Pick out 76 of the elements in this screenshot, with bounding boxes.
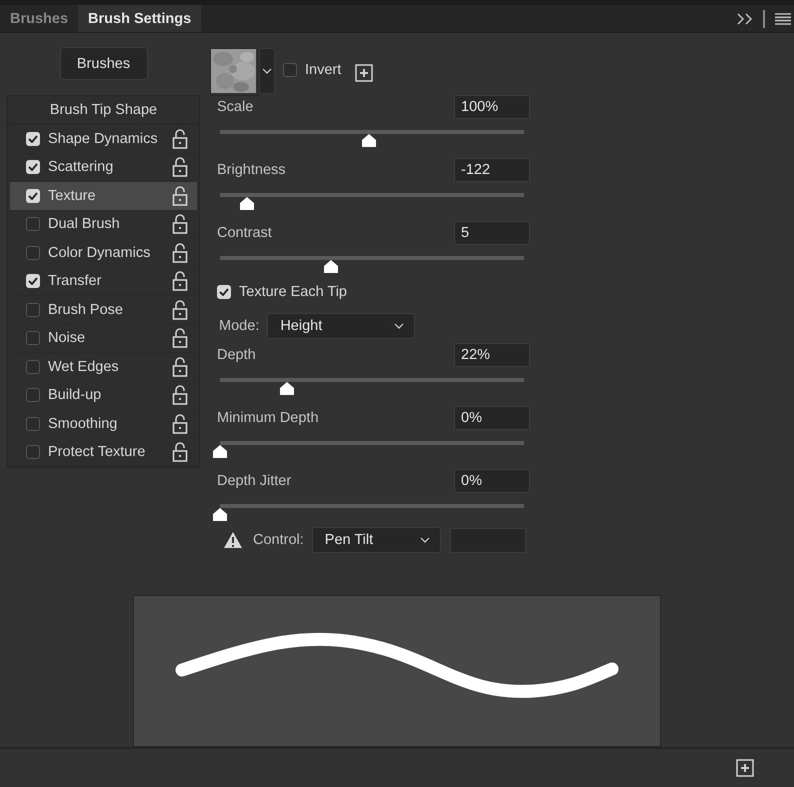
mode-dropdown[interactable]: Height <box>267 313 416 339</box>
option-label: Smoothing <box>48 416 118 432</box>
option-label: Noise <box>48 330 86 346</box>
checkbox-label: Invert <box>305 62 342 78</box>
slider-label: Scale <box>217 99 254 115</box>
value-field[interactable]: 22% <box>454 343 530 367</box>
unlocked-icon[interactable] <box>172 414 188 434</box>
option-row[interactable]: Brush Pose <box>10 296 197 324</box>
option-row[interactable]: Noise <box>10 324 197 353</box>
panel-tab[interactable]: Brushes <box>0 5 78 32</box>
checkbox[interactable] <box>26 388 40 402</box>
option-label: Brush Pose <box>48 302 124 318</box>
checkbox[interactable] <box>26 360 40 374</box>
unlocked-icon[interactable] <box>172 442 188 462</box>
value-field[interactable]: 0% <box>454 406 530 430</box>
menu-icon[interactable] <box>775 12 791 24</box>
checkbox[interactable] <box>26 416 40 431</box>
unlocked-icon[interactable] <box>172 300 188 320</box>
add-icon[interactable] <box>355 64 374 82</box>
option-row[interactable]: Smoothing <box>10 410 197 438</box>
chevron-icon <box>262 68 272 74</box>
value-field[interactable]: 5 <box>454 221 530 245</box>
option-row[interactable]: Build-up <box>10 382 197 410</box>
control-label: Control: <box>253 532 304 548</box>
option-label: Transfer <box>48 273 102 290</box>
slider-thumb[interactable] <box>212 445 228 458</box>
slider-thumb[interactable] <box>212 508 228 521</box>
mode-label: Mode: <box>219 318 260 334</box>
option-row[interactable]: Color Dynamics <box>10 239 197 268</box>
expand-icon[interactable] <box>737 12 753 24</box>
chevron-icon <box>420 537 430 543</box>
value-field[interactable]: 0% <box>454 469 530 493</box>
option-row[interactable]: Protect Texture <box>10 438 197 467</box>
control-dropdown[interactable]: Pen Tilt <box>312 527 441 553</box>
option-label: Texture <box>48 188 97 204</box>
option-row[interactable]: Transfer <box>10 268 197 296</box>
checkbox[interactable] <box>26 302 40 317</box>
slider-label: Brightness <box>217 162 286 178</box>
option-row[interactable]: Wet Edges <box>10 353 197 382</box>
unlocked-icon[interactable] <box>172 128 188 149</box>
option-label: Wet Edges <box>48 358 120 375</box>
unlocked-icon[interactable] <box>172 356 188 377</box>
unlocked-icon[interactable] <box>172 271 188 292</box>
option-label: Build-up <box>48 387 102 404</box>
brushes-button[interactable]: Brushes <box>60 47 148 80</box>
checkbox[interactable] <box>26 217 40 232</box>
option-row[interactable]: Texture <box>10 182 197 210</box>
value-field[interactable]: -122 <box>454 158 530 182</box>
option-label: Scattering <box>48 159 114 176</box>
panel-tab[interactable]: Brush Settings <box>78 5 202 32</box>
slider-label: Depth Jitter <box>217 473 292 489</box>
option-row[interactable]: Shape Dynamics <box>10 125 197 154</box>
unlocked-icon[interactable] <box>172 214 188 234</box>
value-field[interactable]: 100% <box>454 95 530 119</box>
unlocked-icon[interactable] <box>172 186 188 206</box>
checkbox[interactable] <box>26 445 40 460</box>
slider-label: Depth <box>217 347 256 363</box>
checkbox[interactable] <box>26 331 40 346</box>
unlocked-icon[interactable] <box>172 385 188 406</box>
unlocked-icon[interactable] <box>172 157 188 178</box>
option-row[interactable]: Dual Brush <box>10 210 197 239</box>
checkbox[interactable] <box>283 63 297 77</box>
slider-label: Minimum Depth <box>217 410 319 426</box>
option-label: Color Dynamics <box>48 244 152 261</box>
checkbox-label: Texture Each Tip <box>239 284 347 300</box>
list-item[interactable]: Brush Tip Shape <box>8 96 199 125</box>
option-label: Protect Texture <box>48 444 146 460</box>
warning-icon <box>223 531 243 549</box>
slider-label: Contrast <box>217 225 272 241</box>
option-label: Dual Brush <box>48 216 121 232</box>
option-label: Shape Dynamics <box>48 130 159 147</box>
chevron-icon <box>394 323 404 329</box>
unlocked-icon[interactable] <box>172 328 188 348</box>
add-icon[interactable] <box>736 759 754 777</box>
unlocked-icon[interactable] <box>172 242 188 263</box>
checkbox[interactable] <box>26 246 40 260</box>
